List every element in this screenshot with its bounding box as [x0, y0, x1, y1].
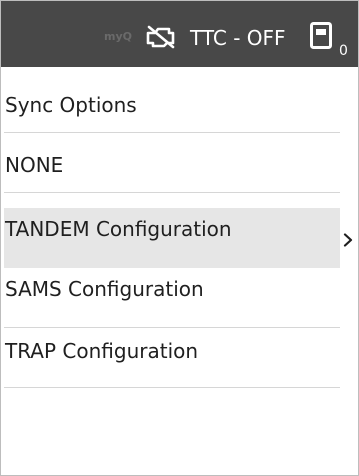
- menu-item-label: TANDEM Configuration: [5, 217, 232, 241]
- no-link-icon: [146, 25, 175, 49]
- myq-label: myQ: [104, 30, 132, 43]
- menu-item-trap-configuration[interactable]: TRAP Configuration: [4, 328, 340, 388]
- menu-header-sync-options: Sync Options: [4, 73, 340, 133]
- menu-item-sams-configuration[interactable]: SAMS Configuration: [4, 268, 340, 328]
- menu-item-none[interactable]: NONE: [4, 133, 340, 193]
- menu-item-label: SAMS Configuration: [5, 277, 204, 301]
- menu-item-label: Sync Options: [5, 93, 137, 117]
- screen-frame: myQ TTC - OFF 0 Sync Options NONE TANDEM…: [0, 0, 359, 476]
- ttc-status-text: TTC - OFF: [190, 26, 286, 50]
- menu-item-tandem-configuration[interactable]: TANDEM Configuration: [4, 208, 340, 268]
- status-bar: myQ TTC - OFF 0: [1, 1, 358, 67]
- device-count: 0: [339, 43, 348, 59]
- menu-item-label: TRAP Configuration: [5, 339, 199, 363]
- menu-item-label: NONE: [5, 153, 64, 177]
- chevron-right-icon[interactable]: [343, 233, 353, 247]
- device-icon: [310, 22, 332, 49]
